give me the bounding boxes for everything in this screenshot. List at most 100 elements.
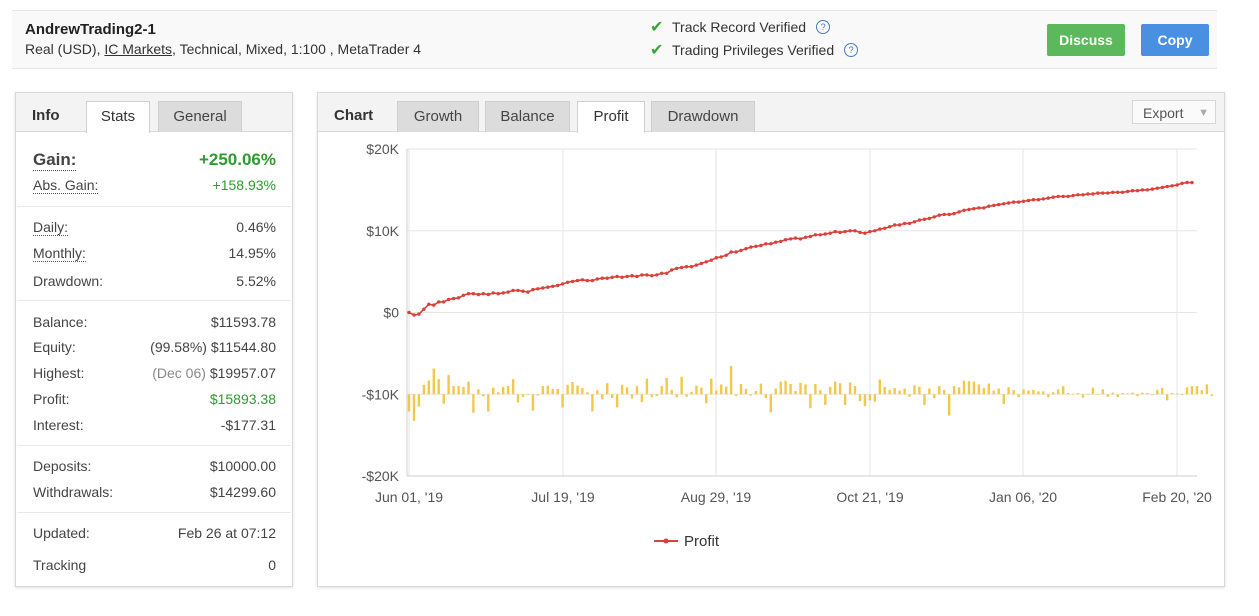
profit-point	[422, 307, 426, 311]
divider	[17, 445, 291, 446]
gain-label[interactable]: Gain:	[33, 150, 77, 171]
daily-profit-bar	[457, 386, 460, 395]
profit-point	[878, 227, 882, 231]
daily-profit-bar	[734, 394, 738, 396]
daily-profit-bar	[1121, 393, 1124, 395]
highest-value: $19957.07	[209, 365, 276, 381]
daily-profit-bar	[848, 382, 852, 395]
profit-point	[665, 271, 669, 275]
tab-general[interactable]: General	[158, 101, 242, 132]
chart-panel: Chart Growth Balance Profit Drawdown Exp…	[317, 92, 1225, 587]
profit-point	[1130, 189, 1135, 193]
daily-profit-bar	[1136, 394, 1139, 397]
daily-profit-bar	[744, 388, 748, 395]
profit-point	[1086, 192, 1090, 196]
withdrawals-row: Withdrawals: $14299.60	[33, 484, 276, 500]
profit-point	[1116, 190, 1120, 194]
track-record-verified: ✔ Track Record Verified ?	[650, 17, 831, 37]
account-name: AndrewTrading2-1	[25, 21, 156, 38]
daily-profit-bar	[700, 387, 703, 395]
daily-profit-bar	[432, 368, 435, 395]
help-icon[interactable]: ?	[816, 20, 831, 34]
x-tick-label: Jun 01, '19	[375, 489, 443, 505]
daily-profit-bar	[987, 383, 990, 395]
daily-profit-bar	[784, 380, 787, 395]
daily-profit-bar	[625, 387, 629, 395]
daily-profit-bar	[878, 379, 881, 395]
profit-point	[932, 215, 936, 219]
daily-profit-bar	[665, 377, 668, 395]
daily-value: 0.46%	[236, 219, 276, 235]
tracking-label: Tracking	[33, 557, 87, 573]
daily-profit-bar	[739, 384, 743, 395]
help-icon[interactable]: ?	[844, 43, 859, 57]
abs-gain-value: +158.93%	[212, 177, 276, 193]
profit-point	[699, 261, 704, 266]
abs-gain-label[interactable]: Abs. Gain:	[33, 177, 99, 194]
profit-point	[1165, 184, 1169, 189]
daily-profit-bar	[1126, 393, 1129, 395]
profit-point	[714, 256, 718, 260]
profit-point	[947, 212, 951, 217]
daily-profit-bar	[819, 390, 822, 395]
profit-point	[863, 231, 867, 235]
daily-profit-bar	[769, 394, 772, 413]
monthly-value: 14.95%	[228, 245, 276, 261]
daily-profit-bar	[962, 380, 966, 395]
profit-point	[417, 312, 421, 316]
profit-point	[937, 213, 941, 217]
daily-profit-bar	[868, 394, 872, 401]
daily-profit-bar	[630, 394, 634, 399]
broker-link[interactable]: IC Markets	[104, 41, 172, 57]
discuss-button[interactable]: Discuss	[1047, 24, 1125, 56]
daily-profit-bar	[1116, 394, 1119, 398]
profit-point	[456, 296, 461, 300]
daily-profit-bar	[715, 390, 718, 395]
profit-point	[600, 276, 604, 280]
profit-point	[412, 313, 416, 317]
profit-point	[1180, 181, 1184, 185]
profit-point	[615, 274, 619, 279]
daily-profit-bar	[858, 394, 862, 402]
profit-point	[734, 250, 738, 254]
profit-point	[1036, 198, 1041, 202]
profit-point	[486, 292, 490, 297]
profit-point	[590, 278, 595, 283]
copy-button[interactable]: Copy	[1141, 24, 1209, 56]
updated-value: Feb 26 at 07:12	[177, 525, 276, 541]
profit-line	[408, 181, 1193, 316]
deposits-value: $10000.00	[209, 458, 276, 474]
tab-info[interactable]: Info	[32, 107, 60, 124]
daily-profit-bar	[556, 388, 559, 395]
daily-profit-bar	[1032, 389, 1035, 395]
profit-point	[536, 287, 540, 291]
profit-point	[739, 248, 743, 253]
profit-point	[645, 273, 649, 277]
profit-point	[897, 223, 902, 227]
daily-profit-bar	[1195, 386, 1199, 395]
account-details: Real (USD), IC Markets, Technical, Mixed…	[25, 41, 421, 57]
withdrawals-label: Withdrawals:	[33, 484, 114, 500]
daily-profit-bar	[1111, 392, 1114, 395]
daily-profit-bar	[1131, 392, 1134, 395]
track-record-label: Track Record Verified	[672, 19, 807, 35]
profit-point	[848, 229, 852, 233]
profit-point	[883, 226, 887, 230]
daily-label[interactable]: Daily:	[33, 219, 69, 236]
tab-stats[interactable]: Stats	[86, 101, 150, 133]
daily-profit-bar	[710, 378, 713, 395]
profit-point	[437, 300, 441, 304]
x-tick-label: Jul 19, '19	[531, 489, 595, 505]
updated-label: Updated:	[33, 525, 90, 541]
profit-point	[729, 250, 733, 254]
profit-point	[1016, 200, 1021, 204]
daily-profit-bar	[754, 391, 758, 395]
monthly-label[interactable]: Monthly:	[33, 245, 86, 262]
daily-profit-bar	[427, 380, 430, 395]
profit-point	[580, 278, 585, 282]
profit-point	[546, 285, 550, 289]
daily-profit-bar	[705, 394, 708, 404]
profit-point	[531, 287, 535, 292]
profit-point	[511, 288, 515, 293]
balance-label: Balance:	[33, 314, 88, 330]
